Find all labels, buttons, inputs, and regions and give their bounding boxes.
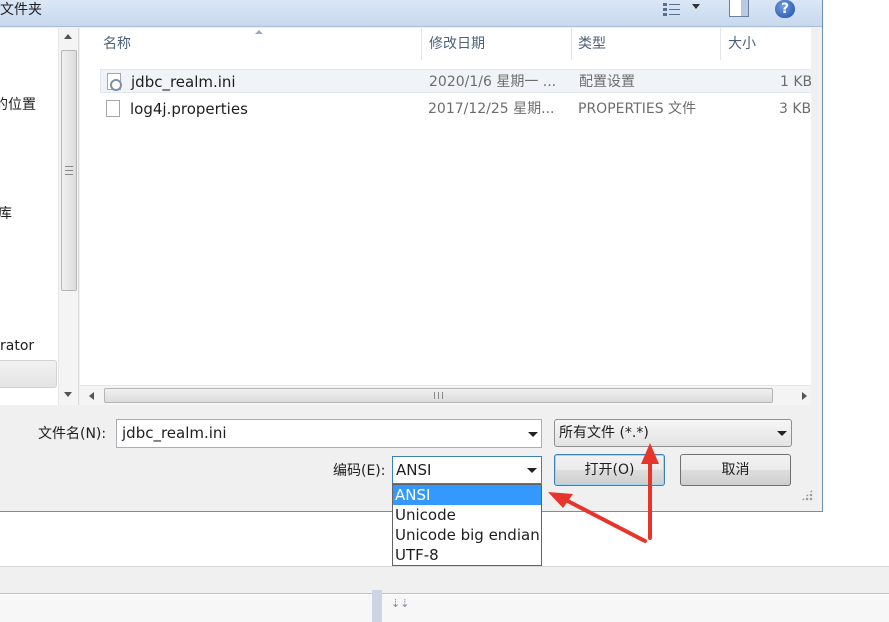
column-separator[interactable] [571,28,572,60]
scroll-up-arrow-icon[interactable] [64,34,72,39]
file-date: 2020/1/6 星期一 ... [429,74,557,90]
dialog-toolbar: 建文件夹 ? [0,0,822,27]
view-options-icon[interactable] [662,1,682,17]
column-header-size[interactable]: 大小 [728,28,756,60]
file-list-horizontal-scrollbar[interactable] [80,385,811,405]
encoding-dropdown-list[interactable]: ANSI Unicode Unicode big endian UTF-8 [392,484,542,566]
column-separator[interactable] [720,28,721,60]
nav-scrollbar[interactable] [58,28,78,405]
file-row[interactable]: jdbc_realm.ini 2020/1/6 星期一 ... 配置设置 1 K… [100,69,811,93]
horizontal-scroll-thumb[interactable] [104,388,773,403]
column-header-name[interactable]: 名称 [103,28,131,60]
filename-label: 文件名(N): [38,426,107,442]
encoding-option-utf8[interactable]: UTF-8 [393,545,541,565]
file-size: 1 KB [780,74,811,90]
nav-scroll-thumb[interactable] [61,50,77,291]
column-separator[interactable] [421,28,422,60]
scroll-left-arrow-icon[interactable] [89,392,94,400]
file-name: log4j.properties [130,100,248,118]
document-file-icon [106,100,120,117]
new-folder-label[interactable]: 建文件夹 [0,0,42,20]
file-size: 3 KB [779,101,811,117]
settings-file-icon [107,73,122,91]
file-type: 配置设置 [579,74,635,90]
column-header-type[interactable]: 类型 [578,28,606,60]
encoding-select[interactable]: ANSI [392,456,542,484]
chevron-down-icon[interactable] [777,431,787,436]
filename-input[interactable]: jdbc_realm.ini [116,419,542,448]
encoding-option-unicode-big-endian[interactable]: Unicode big endian [393,525,541,545]
preview-pane-icon[interactable] [729,0,749,17]
file-list[interactable]: 名称 修改日期 类型 大小 jdbc_realm.ini 2020/1/6 星期… [80,28,811,405]
file-date: 2017/12/25 星期... [428,101,555,117]
file-type-filter-value[interactable]: 所有文件 (*.*) [559,420,649,446]
open-file-dialog: 建文件夹 ? 的位置 库 rator 名称 修改日期 类型 大小 [0,0,823,512]
scroll-down-arrow-icon[interactable] [64,392,72,397]
nav-item-selected[interactable] [0,360,57,388]
view-dropdown-arrow-icon[interactable] [692,4,700,9]
cancel-button[interactable]: 取消 [680,454,791,486]
filename-input-value[interactable]: jdbc_realm.ini [122,420,227,447]
grip-icon [434,392,443,399]
file-name: jdbc_realm.ini [131,73,236,91]
chevron-down-icon[interactable] [527,468,537,473]
encoding-label: 编码(E): [333,463,386,479]
fold-marker-icon: ⇣⇣ [391,597,410,610]
nav-item-libraries[interactable]: 库 [0,203,12,223]
background-window-strip [0,566,889,594]
sort-ascending-icon [255,30,263,34]
nav-item-administrator[interactable]: rator [0,338,34,354]
open-button[interactable]: 打开(O) [554,454,665,486]
encoding-option-ansi[interactable]: ANSI [393,485,541,505]
file-type-filter-select[interactable]: 所有文件 (*.*) [554,419,792,447]
encoding-option-unicode[interactable]: Unicode [393,505,541,525]
navigation-pane[interactable]: 的位置 库 rator [0,28,79,405]
background-splitter[interactable] [372,590,382,622]
resize-grip-icon[interactable] [801,489,813,501]
background-editor-area [0,595,889,622]
encoding-select-value[interactable]: ANSI [396,457,431,483]
grip-icon [65,166,73,175]
file-type: PROPERTIES 文件 [578,101,697,117]
nav-item-recent-places[interactable]: 的位置 [0,94,36,114]
chevron-down-icon[interactable] [528,432,538,437]
file-row[interactable]: log4j.properties 2017/12/25 星期... PROPER… [100,97,811,121]
column-header-date[interactable]: 修改日期 [429,28,485,60]
scroll-right-arrow-icon[interactable] [802,392,807,400]
help-icon[interactable]: ? [775,0,795,18]
